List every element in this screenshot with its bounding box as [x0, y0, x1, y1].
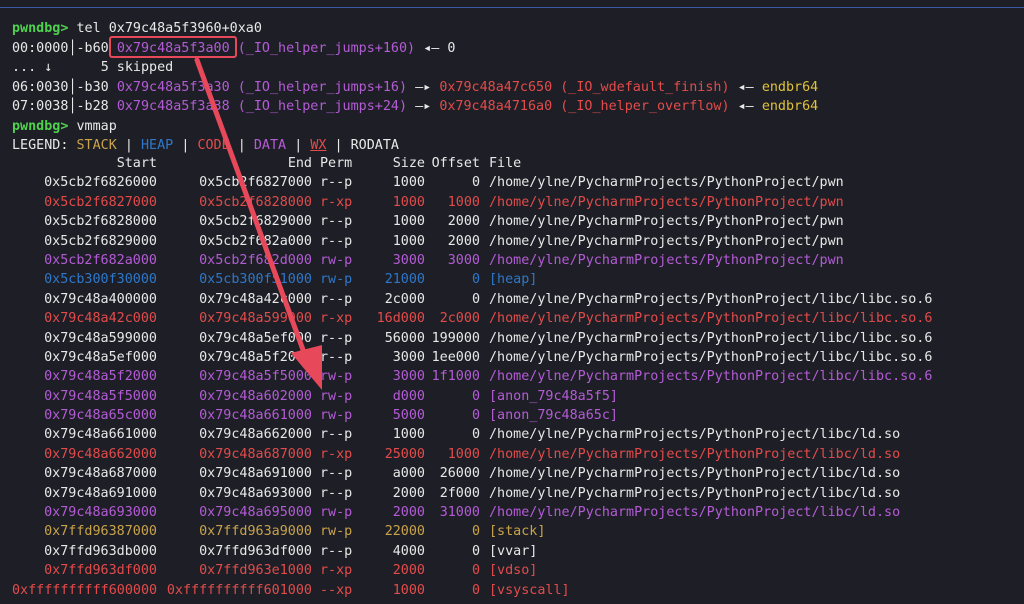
arrow-head — [291, 345, 322, 390]
arrow-shaft — [194, 57, 309, 361]
annotation-arrow — [194, 57, 322, 390]
